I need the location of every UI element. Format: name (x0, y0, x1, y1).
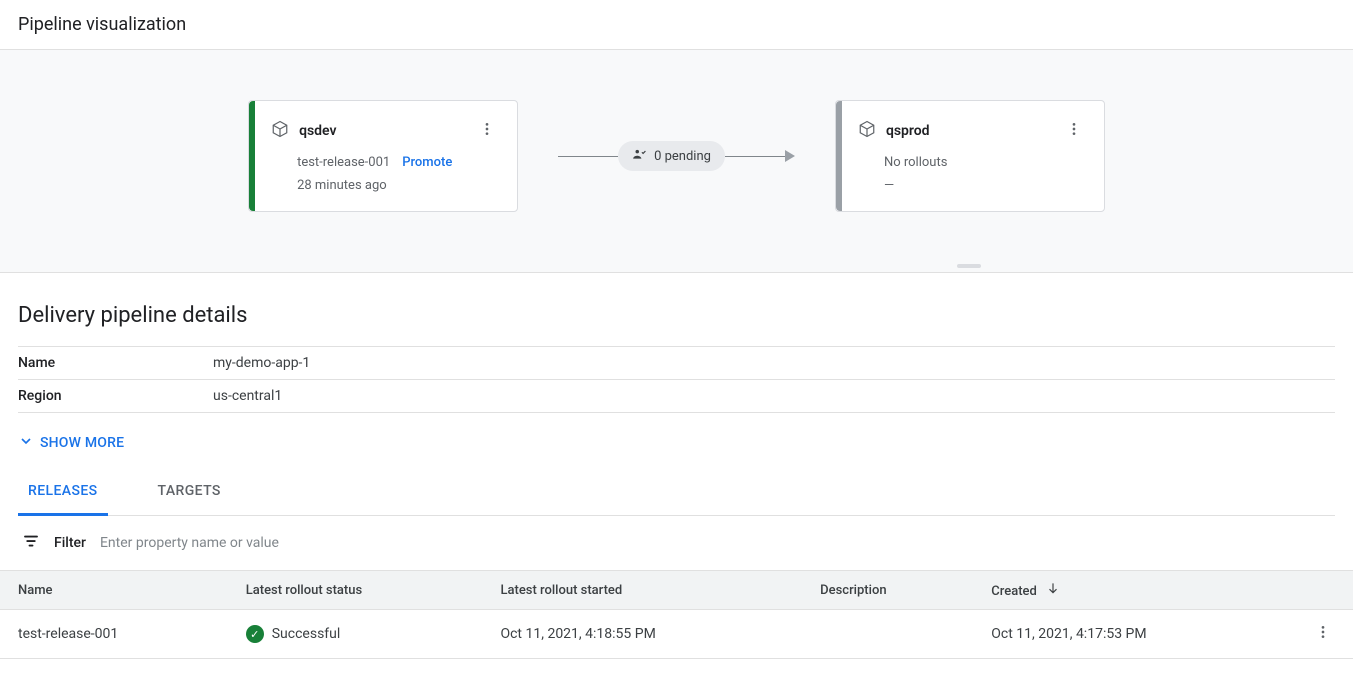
check-circle-icon: ✓ (246, 625, 264, 643)
pipeline-viz-canvas: qsdev test-release-001 Promote 28 minute… (0, 49, 1353, 273)
stage-timestamp: — (884, 178, 1086, 193)
stage-accent (836, 101, 842, 211)
stage-connector: 0 pending (558, 141, 795, 171)
detail-value: us-central1 (213, 388, 282, 404)
filter-label: Filter (54, 535, 86, 551)
releases-table: Name Latest rollout status Latest rollou… (0, 570, 1353, 659)
cell-status: ✓ Successful (228, 610, 483, 659)
show-more-button[interactable]: SHOW MORE (18, 433, 1335, 453)
more-vert-icon[interactable] (1062, 117, 1086, 145)
pipeline-stage-qsdev[interactable]: qsdev test-release-001 Promote 28 minute… (248, 100, 518, 212)
pipeline-viz-title: Pipeline visualization (0, 0, 1353, 49)
filter-icon[interactable] (22, 532, 40, 554)
cube-icon (271, 120, 289, 142)
stage-release: test-release-001 (297, 155, 390, 170)
detail-key: Name (18, 355, 213, 371)
cube-icon (858, 120, 876, 142)
detail-value: my-demo-app-1 (213, 355, 310, 371)
col-description[interactable]: Description (802, 571, 973, 610)
col-status[interactable]: Latest rollout status (228, 571, 483, 610)
promote-button[interactable]: Promote (402, 155, 452, 170)
arrow-down-icon (1046, 584, 1060, 599)
tab-releases[interactable]: RELEASES (18, 483, 108, 516)
col-name[interactable]: Name (0, 571, 228, 610)
stage-name: qsprod (886, 123, 1052, 139)
tab-targets[interactable]: TARGETS (148, 483, 231, 515)
stage-accent (249, 101, 255, 211)
row-more-icon[interactable] (1311, 624, 1335, 648)
detail-row-name: Name my-demo-app-1 (18, 346, 1335, 379)
detail-key: Region (18, 388, 213, 404)
col-created[interactable]: Created (973, 571, 1293, 610)
detail-row-region: Region us-central1 (18, 379, 1335, 413)
more-vert-icon[interactable] (475, 117, 499, 145)
pipeline-stage-qsprod[interactable]: qsprod No rollouts — (835, 100, 1105, 212)
pending-pill[interactable]: 0 pending (618, 141, 725, 171)
stage-name: qsdev (299, 123, 465, 139)
arrow-right-icon (785, 150, 795, 162)
cell-started: Oct 11, 2021, 4:18:55 PM (482, 610, 802, 659)
cell-created: Oct 11, 2021, 4:17:53 PM (973, 610, 1293, 659)
cell-name: test-release-001 (0, 610, 228, 659)
table-header-row: Name Latest rollout status Latest rollou… (0, 571, 1353, 610)
tab-bar: RELEASES TARGETS (18, 483, 1335, 516)
show-more-label: SHOW MORE (40, 435, 124, 451)
table-row[interactable]: test-release-001 ✓ Successful Oct 11, 20… (0, 610, 1353, 659)
pending-label: 0 pending (654, 149, 711, 164)
stage-release: No rollouts (884, 155, 947, 170)
filter-input[interactable] (100, 535, 400, 551)
stage-timestamp: 28 minutes ago (297, 178, 499, 193)
person-check-icon (632, 147, 646, 165)
chevron-down-icon (18, 433, 34, 453)
col-started[interactable]: Latest rollout started (482, 571, 802, 610)
resize-handle[interactable] (957, 264, 981, 268)
cell-description (802, 610, 973, 659)
details-title: Delivery pipeline details (18, 303, 1335, 328)
